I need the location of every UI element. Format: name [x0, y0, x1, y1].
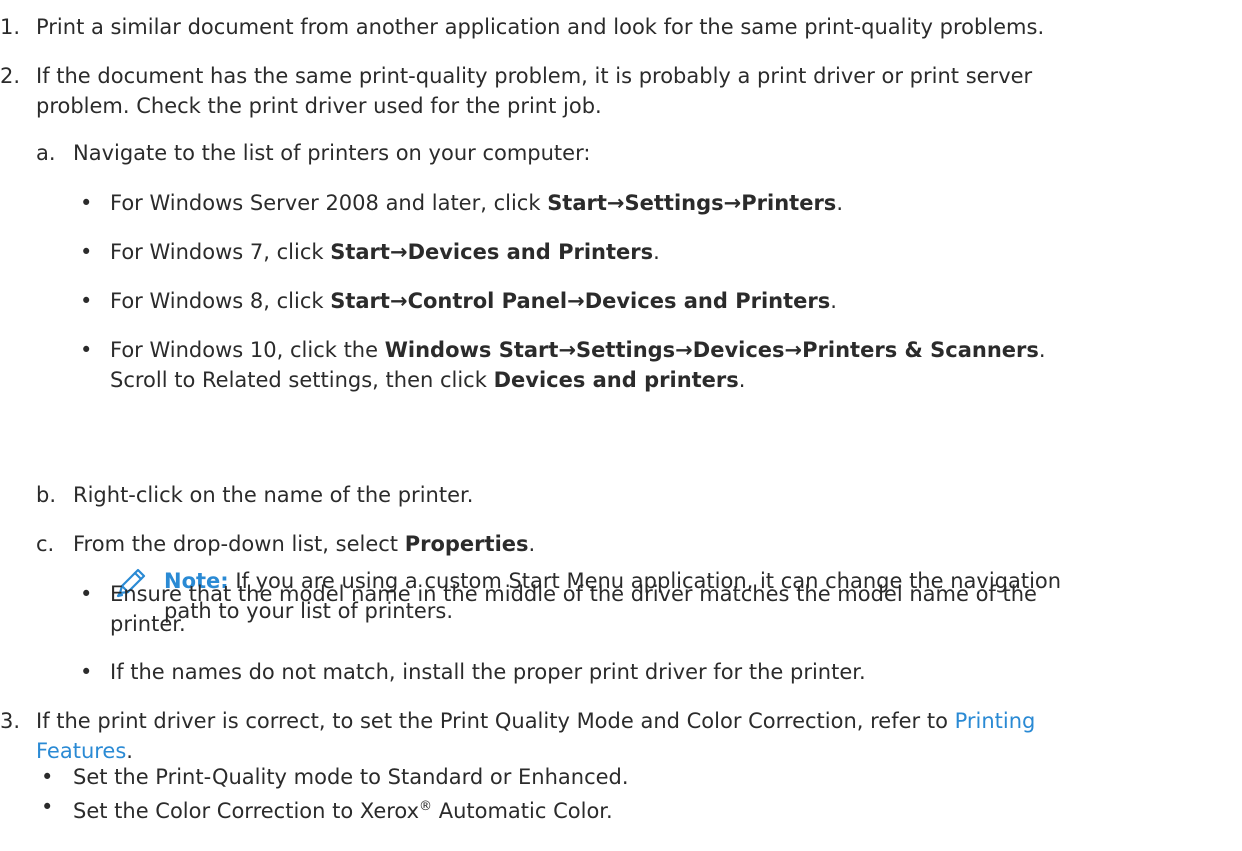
substep-text: Navigate to the list of printers on your…	[73, 141, 591, 165]
check-text-line1: Ensure that the model name in the middle…	[110, 582, 1037, 606]
step-2: 2. If the document has the same print-qu…	[0, 61, 1242, 121]
os-item-win10: • For Windows 10, click the Windows Star…	[0, 335, 1242, 395]
bullet: •	[80, 582, 93, 606]
bullet: •	[80, 338, 93, 362]
bullet: •	[80, 240, 93, 264]
check-text-line2: printer.	[110, 612, 186, 636]
substep-text: From the drop-down list, select Properti…	[73, 532, 536, 556]
printing-features-link[interactable]: Printing	[955, 709, 1036, 733]
substep-label: c.	[36, 532, 55, 556]
properties-check-model: • Ensure that the model name in the midd…	[0, 579, 1242, 639]
step-number: 2.	[0, 64, 21, 88]
step-number: 1.	[0, 15, 21, 39]
os-item-text: For Windows 7, click Start→Devices and P…	[110, 240, 660, 264]
substep-label: b.	[36, 483, 57, 507]
quality-setting-text: Set the Print-Quality mode to Standard o…	[73, 765, 629, 789]
bullet: •	[41, 795, 54, 819]
printing-features-link-cont[interactable]: Features	[36, 739, 126, 763]
bullet: •	[80, 191, 93, 215]
bullet: •	[41, 765, 54, 789]
step-text-line1: If the print driver is correct, to set t…	[36, 709, 1036, 733]
bullet: •	[80, 289, 93, 313]
step-text: Print a similar document from another ap…	[36, 15, 1045, 39]
document-page: 1. Print a similar document from another…	[0, 0, 1242, 851]
os-item-text-line1: For Windows 10, click the Windows Start→…	[110, 338, 1046, 362]
check-text: If the names do not match, install the p…	[110, 660, 866, 684]
step-text-line2: problem. Check the print driver used for…	[36, 94, 602, 118]
step-text-line1: If the document has the same print-quali…	[36, 64, 1033, 88]
os-item-text: For Windows Server 2008 and later, click…	[110, 191, 843, 215]
step-3: 3. If the print driver is correct, to se…	[0, 706, 1242, 766]
os-item-text: For Windows 8, click Start→Control Panel…	[110, 289, 837, 313]
substep-label: a.	[36, 141, 56, 165]
substep-text: Right-click on the name of the printer.	[73, 483, 474, 507]
bullet: •	[80, 660, 93, 684]
quality-setting-text: Set the Color Correction to Xerox® Autom…	[73, 799, 613, 823]
step-number: 3.	[0, 709, 21, 733]
os-item-text-line2: Scroll to Related settings, then click D…	[110, 368, 746, 392]
